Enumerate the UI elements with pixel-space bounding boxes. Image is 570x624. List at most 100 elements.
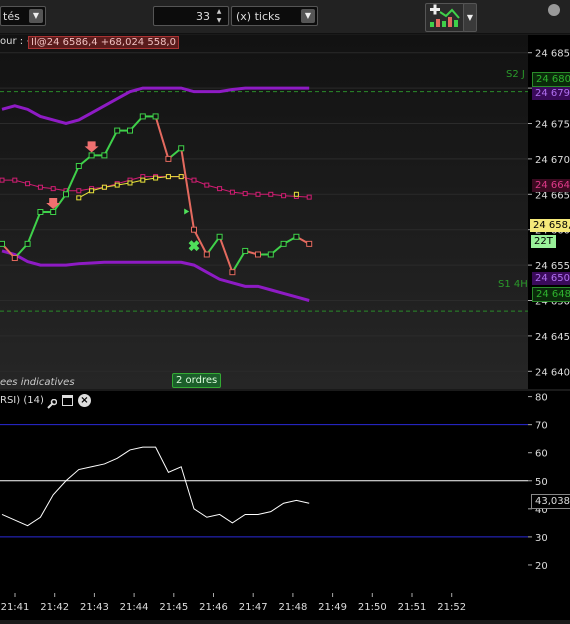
add-indicator-button[interactable] <box>425 3 465 32</box>
price-tick-label: 24 670 <box>535 155 570 166</box>
dropdown-value: tés <box>3 10 20 23</box>
signal-point <box>165 174 171 180</box>
price-point <box>229 269 236 276</box>
sell-arrow-icon <box>84 141 99 153</box>
unit-dropdown[interactable]: (x) ticks ▼ <box>231 6 318 26</box>
rsi-header: RSI) (14) <box>0 394 44 408</box>
tick-count-stepper[interactable]: 33 ▲ ▼ <box>153 6 229 26</box>
signal-point <box>89 188 95 194</box>
price-point <box>152 113 159 120</box>
orders-badge[interactable]: 2 ordres <box>172 373 222 388</box>
price-tick-label: 24 685 <box>535 49 570 60</box>
time-tick-label: 21:42 <box>40 602 69 613</box>
price-point <box>50 209 57 215</box>
ma-point <box>281 193 287 199</box>
signal-point <box>76 195 82 201</box>
spin-down-icon[interactable]: ▼ <box>213 17 225 25</box>
price-tick-label: 24 645 <box>535 332 570 343</box>
price-point <box>280 240 287 247</box>
rsi-axis-svg: 80706050403020 <box>528 393 548 572</box>
price-point <box>267 251 274 258</box>
rsi-tick-label: 50 <box>535 477 548 488</box>
rsi-axis: 80 70 60 50 40 30 20 <box>528 391 570 593</box>
signal-point <box>114 182 120 188</box>
price-info-overlay: Il@24 6586,4 +68,024 558,0 <box>28 36 179 49</box>
time-tick-label: 21:41 <box>1 602 30 613</box>
wrench-icon[interactable] <box>46 395 58 409</box>
chevron-down-icon[interactable]: ▼ <box>463 3 477 32</box>
current-price-tag: 24 658, <box>530 219 570 232</box>
price-point <box>293 233 300 240</box>
price-segment <box>180 148 195 230</box>
chevron-down-icon[interactable]: ▼ <box>29 9 43 23</box>
ma-point <box>76 188 82 194</box>
ma-point <box>37 184 43 190</box>
rsi-line <box>1 446 310 527</box>
price-segment <box>154 116 170 160</box>
price-tick-label: 24 675 <box>535 120 570 131</box>
window-icon[interactable] <box>62 395 73 406</box>
quantity-dropdown[interactable]: tés ▼ <box>0 6 46 26</box>
time-tick-label: 21:47 <box>239 602 268 613</box>
ma-point <box>255 191 261 197</box>
price-chart-panel[interactable] <box>0 35 528 389</box>
price-chart <box>0 52 528 372</box>
ma-point <box>12 177 18 183</box>
price-point <box>165 155 172 162</box>
price-point <box>11 255 18 262</box>
price-point <box>37 209 44 215</box>
price-point <box>203 251 210 258</box>
price-point <box>127 127 133 134</box>
ma-point <box>217 186 223 192</box>
rsi-chart <box>0 424 528 538</box>
s1-label: S1 4H <box>498 279 528 290</box>
close-icon[interactable]: × <box>78 394 91 407</box>
rsi-tick-label: 70 <box>535 421 548 432</box>
time-tick-label: 21:45 <box>159 602 188 613</box>
time-tick-label: 21:50 <box>358 602 387 613</box>
lower-bollinger-band <box>1 249 310 302</box>
signal-point <box>178 174 184 180</box>
ma-price-tag: 24 664, <box>532 179 570 192</box>
sell-arrow-icon <box>46 198 61 209</box>
price-point <box>101 152 108 159</box>
spin-up-icon[interactable]: ▲ <box>213 8 225 16</box>
time-axis: 21:41 21:42 21:43 21:44 21:45 21:46 21:47 21:48… <box>0 593 570 620</box>
price-point <box>114 127 121 134</box>
rsi-tick-label: 20 <box>535 561 548 572</box>
ma-point <box>242 191 248 197</box>
price-point <box>255 251 261 258</box>
time-tick-label: 21:46 <box>199 602 228 613</box>
timer-tag: 22T <box>531 235 556 248</box>
gear-icon[interactable] <box>548 4 560 16</box>
ma-point <box>25 181 31 187</box>
time-tick-label: 21:51 <box>398 602 427 613</box>
rsi-panel[interactable] <box>0 391 528 593</box>
rsi-tick-label: 60 <box>535 449 548 460</box>
price-point <box>191 226 197 233</box>
ma-point <box>229 189 235 195</box>
ma-point <box>268 191 274 197</box>
price-segment <box>231 250 247 273</box>
rsi-label: RSI) (14) <box>0 395 44 406</box>
signal-point <box>101 184 107 190</box>
unit-value: (x) ticks <box>236 10 281 23</box>
ma-point <box>191 177 197 183</box>
price-segment <box>218 236 234 273</box>
indicative-data-label: ees indicatives <box>0 377 75 388</box>
chevron-down-icon[interactable]: ▼ <box>301 9 315 23</box>
price-point <box>139 113 146 120</box>
ma-point <box>50 186 56 192</box>
time-tick-label: 21:44 <box>120 602 149 613</box>
ma-point <box>0 177 5 183</box>
s2-price-tag: 24 680, <box>532 72 570 87</box>
price-point <box>242 247 249 254</box>
green-cross-icon <box>188 240 200 252</box>
signal-point <box>153 175 159 181</box>
price-point <box>24 240 31 247</box>
price-point <box>306 240 313 247</box>
time-axis-svg: 21:41 21:42 21:43 21:44 21:45 21:46 21:47 21:48… <box>1 593 466 613</box>
toolbar: tés ▼ 33 ▲ ▼ (x) ticks ▼ ▼ <box>0 0 570 34</box>
upper-band-price-tag: 24 679, <box>532 87 570 100</box>
price-segment <box>26 211 42 245</box>
